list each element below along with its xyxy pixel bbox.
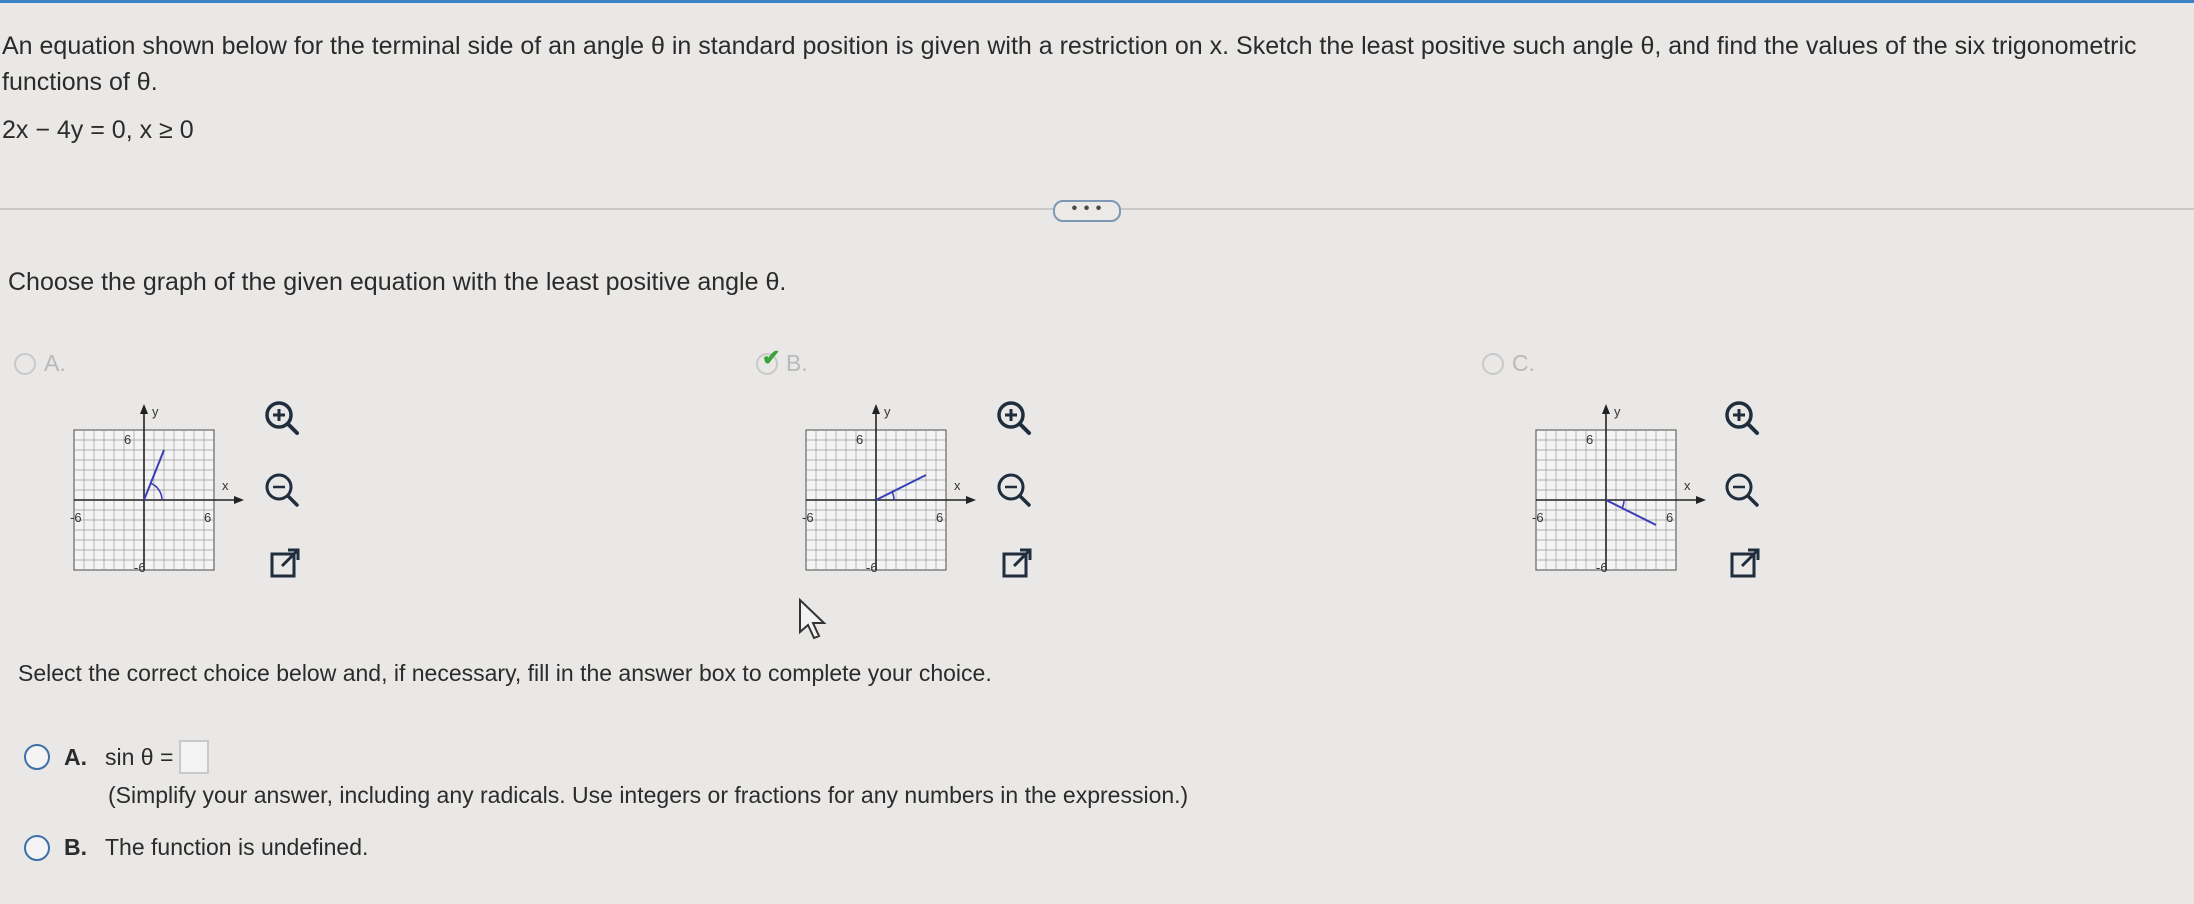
x-tick-6: 6	[1666, 510, 1673, 525]
radio-a[interactable]	[14, 352, 36, 375]
y-tick-6: 6	[856, 432, 863, 447]
select-prompt: Select the correct choice below and, if …	[18, 660, 992, 686]
x-tick-6: 6	[204, 510, 211, 525]
mouse-cursor-icon	[799, 598, 827, 640]
radio-choice-b[interactable]	[24, 834, 50, 861]
x-axis-label: x	[1684, 478, 1691, 493]
zoom-in-icon[interactable]	[1722, 398, 1762, 438]
top-accent-bar	[0, 0, 2194, 3]
graph-option-a[interactable]: A.	[14, 350, 66, 377]
open-new-window-icon[interactable]	[266, 544, 306, 584]
choice-a-letter: A.	[64, 743, 87, 770]
graph-option-b[interactable]: ✔ B.	[756, 345, 808, 377]
radio-c[interactable]	[1482, 352, 1504, 375]
x-axis-label: x	[222, 478, 229, 493]
y-tick-neg6: -6	[1596, 560, 1608, 575]
x-axis-arrow	[234, 496, 244, 504]
graph-option-a-letter: A.	[44, 350, 66, 376]
choice-b[interactable]: B. The function is undefined.	[24, 834, 368, 861]
graph-b: y x 6 -6 6 -6	[802, 404, 976, 575]
x-axis-arrow	[1696, 496, 1706, 504]
checkmark-icon: ✔	[762, 344, 781, 370]
choice-b-label: The function is undefined.	[105, 834, 369, 860]
question-text: An equation shown below for the terminal…	[2, 32, 2137, 96]
y-axis-label: y	[152, 404, 159, 419]
graph-option-c-letter: C.	[1512, 350, 1535, 376]
graph-option-c[interactable]: C.	[1482, 350, 1535, 377]
choice-a-label: sin θ =	[105, 743, 174, 770]
expand-more-button[interactable]: • • •	[1053, 200, 1121, 222]
equation: 2x − 4y = 0, x ≥ 0	[2, 116, 194, 144]
graph-a: y x 6 -6 6 -6	[70, 404, 244, 575]
y-tick-neg6: -6	[134, 560, 146, 575]
y-axis-label: y	[1614, 404, 1621, 419]
y-tick-6: 6	[124, 432, 131, 447]
y-tick-6: 6	[1586, 432, 1593, 447]
zoom-in-icon[interactable]	[262, 398, 302, 438]
choice-a-hint: (Simplify your answer, including any rad…	[108, 782, 1189, 808]
x-axis-arrow	[966, 496, 976, 504]
open-new-window-icon[interactable]	[1726, 544, 1766, 584]
y-tick-neg6: -6	[866, 560, 878, 575]
y-axis-arrow	[140, 404, 148, 414]
graph-prompt: Choose the graph of the given equation w…	[8, 268, 787, 296]
zoom-out-icon[interactable]	[994, 470, 1034, 510]
open-new-window-icon[interactable]	[998, 544, 1038, 584]
radio-choice-a[interactable]	[24, 744, 50, 770]
y-axis-label: y	[884, 404, 891, 419]
choice-a[interactable]: A. sin θ =	[24, 740, 210, 774]
zoom-in-icon[interactable]	[994, 398, 1034, 438]
x-tick-neg6: -6	[1532, 510, 1544, 525]
graph-c: y x 6 -6 6 -6	[1532, 404, 1706, 575]
zoom-out-icon[interactable]	[262, 470, 302, 510]
x-axis-label: x	[954, 478, 961, 493]
zoom-out-icon[interactable]	[1722, 470, 1762, 510]
graph-option-b-letter: B.	[786, 350, 808, 376]
x-tick-neg6: -6	[802, 510, 814, 525]
radio-b-checked[interactable]: ✔	[756, 345, 780, 375]
y-axis-arrow	[872, 404, 880, 414]
y-axis-arrow	[1602, 404, 1610, 414]
choice-b-letter: B.	[64, 834, 87, 860]
x-tick-6: 6	[936, 510, 943, 525]
x-tick-neg6: -6	[70, 510, 82, 525]
answer-input-box[interactable]	[179, 740, 210, 774]
